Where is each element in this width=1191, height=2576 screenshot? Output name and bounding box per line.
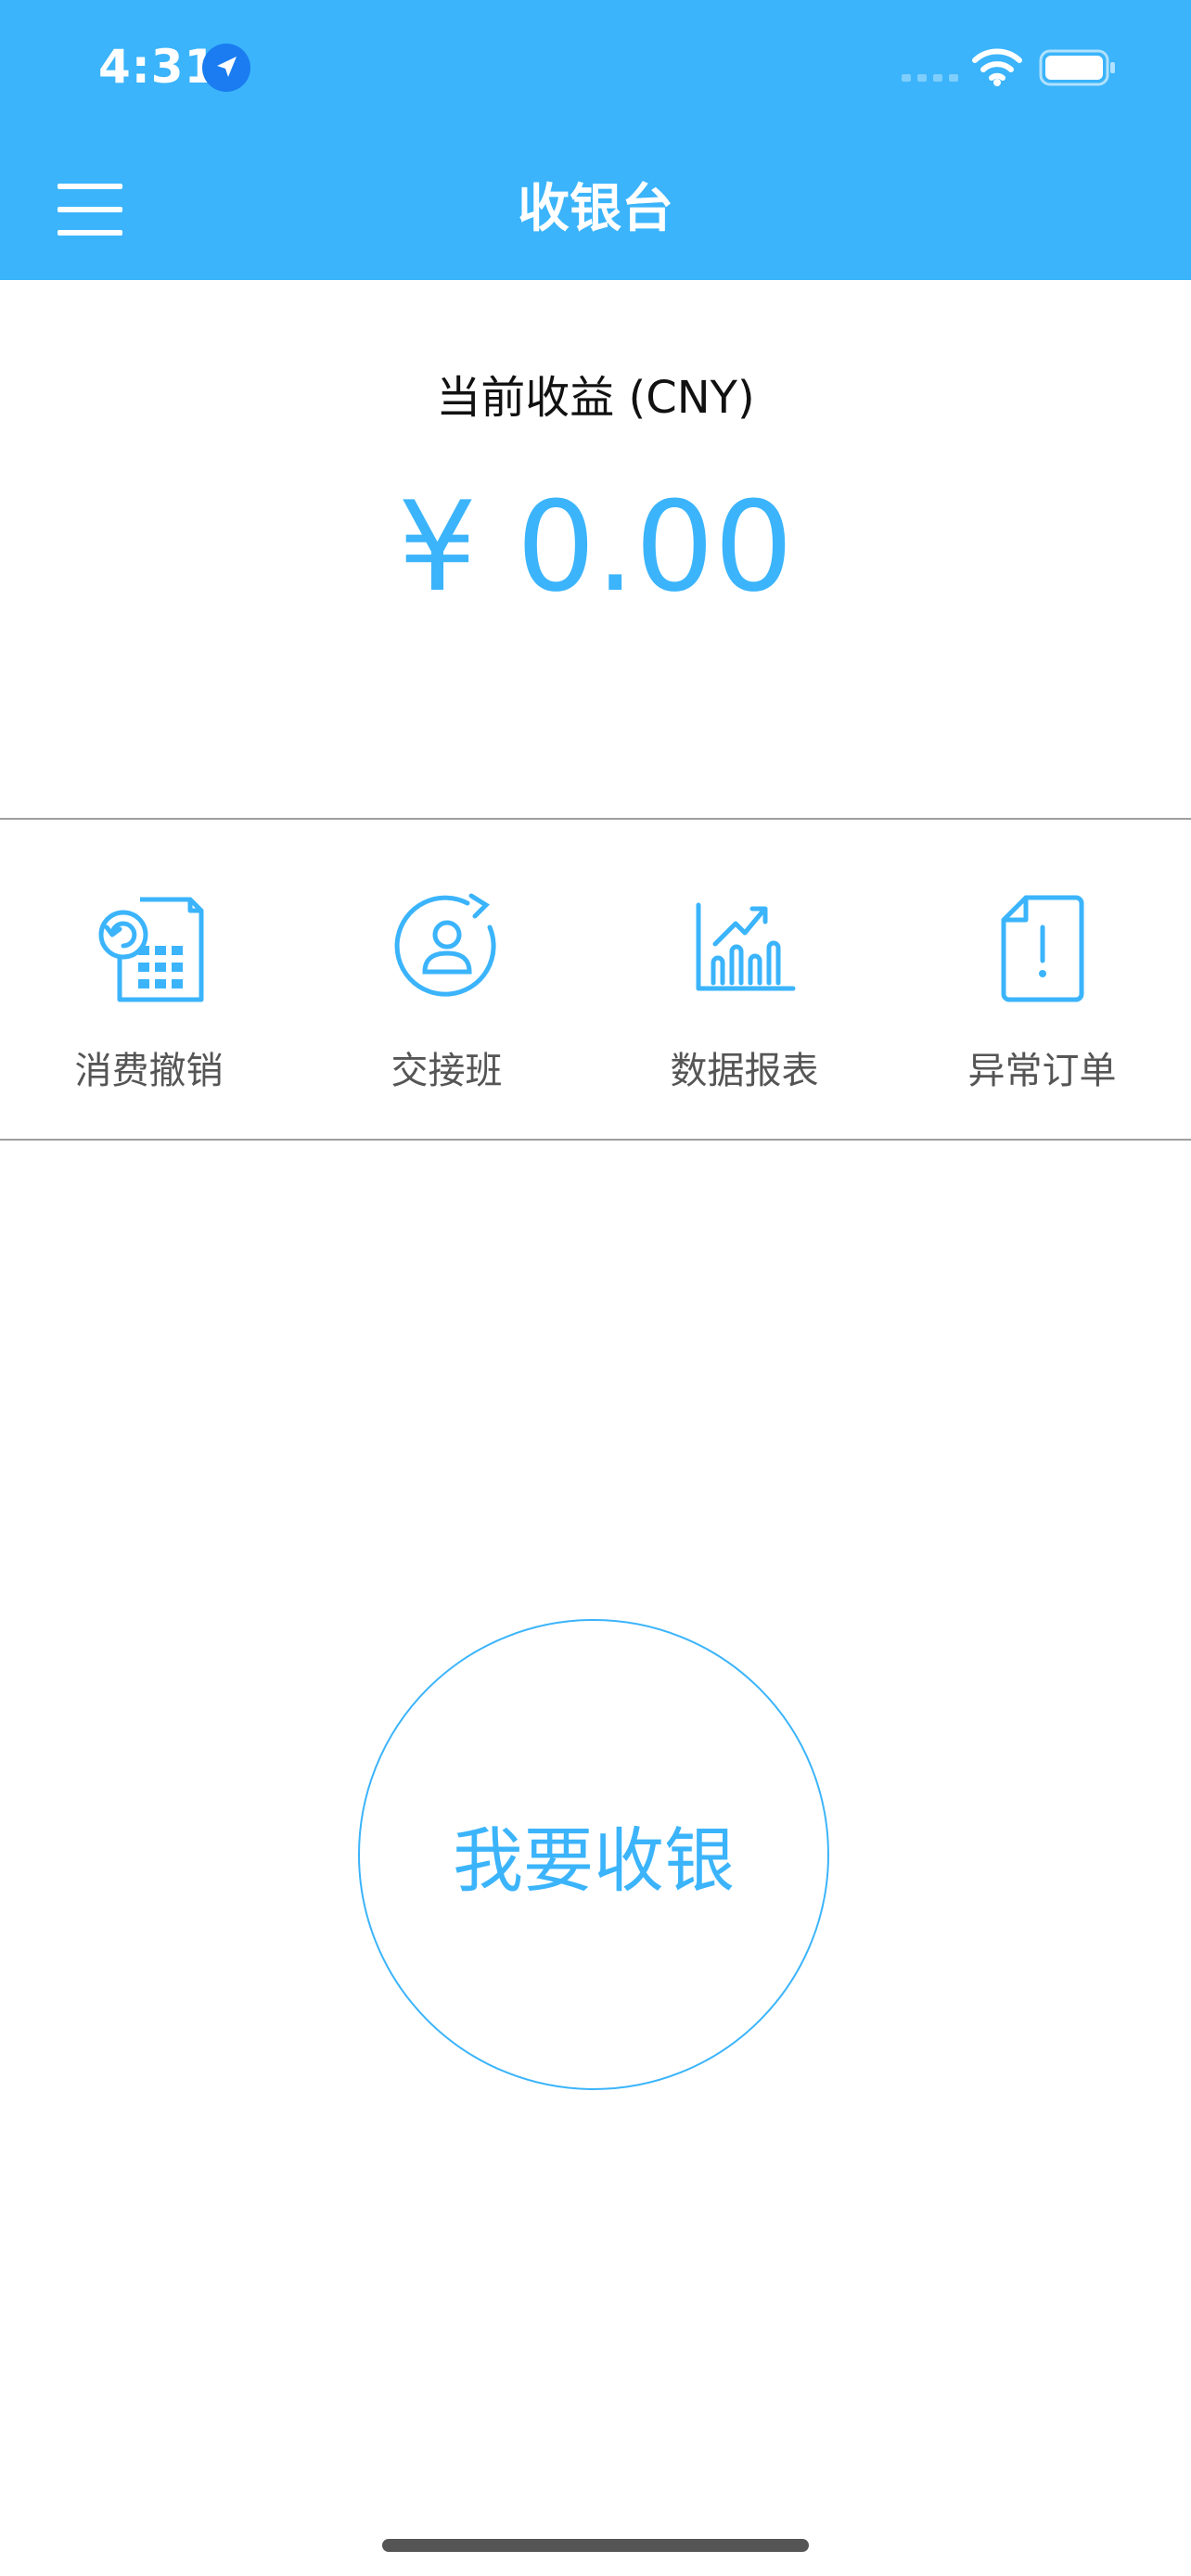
wifi-icon [972,48,1022,86]
quick-action-exception-orders[interactable]: 异常订单 [893,820,1191,1137]
page-title: 收银台 [518,179,673,239]
quick-action-label: 消费撤销 [74,1050,224,1092]
cellular-signal-icon [902,74,958,82]
user-rotate-icon [394,893,496,997]
earnings-amount: ¥ 0.00 [397,475,794,619]
app-header: 4:31 收银台 [0,0,1191,280]
home-indicator [382,2539,809,2552]
start-cashier-button[interactable]: 我要收银 [358,1619,829,2090]
earnings-label: 当前收益 (CNY) [436,372,755,424]
receipt-undo-icon [98,897,204,1002]
quick-action-label: 异常订单 [967,1050,1117,1092]
quick-action-refund[interactable]: 消费撤销 [0,820,298,1137]
document-alert-icon [1001,895,1084,1002]
quick-action-report[interactable]: 数据报表 [596,820,893,1137]
quick-action-label: 数据报表 [670,1050,819,1092]
quick-action-shift[interactable]: 交接班 [298,820,596,1137]
location-arrow-icon [202,44,250,92]
cashier-button-label: 我要收银 [453,1819,735,1902]
divider [0,1139,1191,1141]
status-time: 4:31 [98,40,218,94]
battery-icon [1039,49,1115,86]
quick-action-label: 交接班 [391,1050,503,1092]
bar-chart-icon [696,902,796,991]
